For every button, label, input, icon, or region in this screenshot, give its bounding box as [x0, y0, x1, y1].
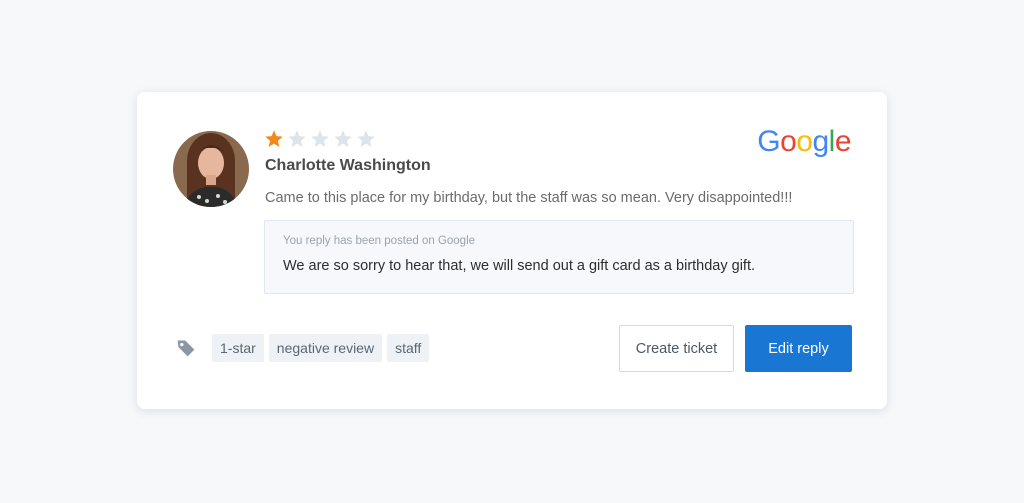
logo-letter: o	[780, 125, 797, 158]
edit-reply-button[interactable]: Edit reply	[745, 325, 852, 372]
tag-list: 1-star negative review staff	[212, 334, 430, 362]
star-empty-icon	[357, 130, 375, 147]
tag-chip[interactable]: staff	[387, 334, 430, 362]
avatar	[173, 131, 249, 207]
reply-box: You reply has been posted on Google We a…	[264, 220, 854, 294]
review-card: Charlotte Washington Google Came to this…	[137, 92, 887, 409]
google-logo: Google	[757, 125, 851, 159]
star-filled-icon	[265, 130, 283, 147]
star-rating	[264, 129, 376, 149]
tag-icon	[177, 340, 195, 357]
tag-chip[interactable]: negative review	[268, 334, 383, 362]
logo-letter: o	[796, 125, 813, 158]
reviewer-name: Charlotte Washington	[265, 157, 431, 174]
review-text: Came to this place for my birthday, but …	[265, 190, 793, 206]
logo-letter: g	[812, 125, 829, 158]
logo-letter: e	[834, 125, 852, 158]
tag-chip[interactable]: 1-star	[212, 334, 264, 362]
logo-letter: G	[757, 125, 781, 158]
star-empty-icon	[334, 130, 352, 147]
reply-text: We are so sorry to hear that, we will se…	[283, 258, 756, 274]
star-empty-icon	[288, 130, 306, 147]
reply-status: You reply has been posted on Google	[283, 235, 476, 247]
create-ticket-button[interactable]: Create ticket	[619, 325, 734, 372]
star-empty-icon	[311, 130, 329, 147]
